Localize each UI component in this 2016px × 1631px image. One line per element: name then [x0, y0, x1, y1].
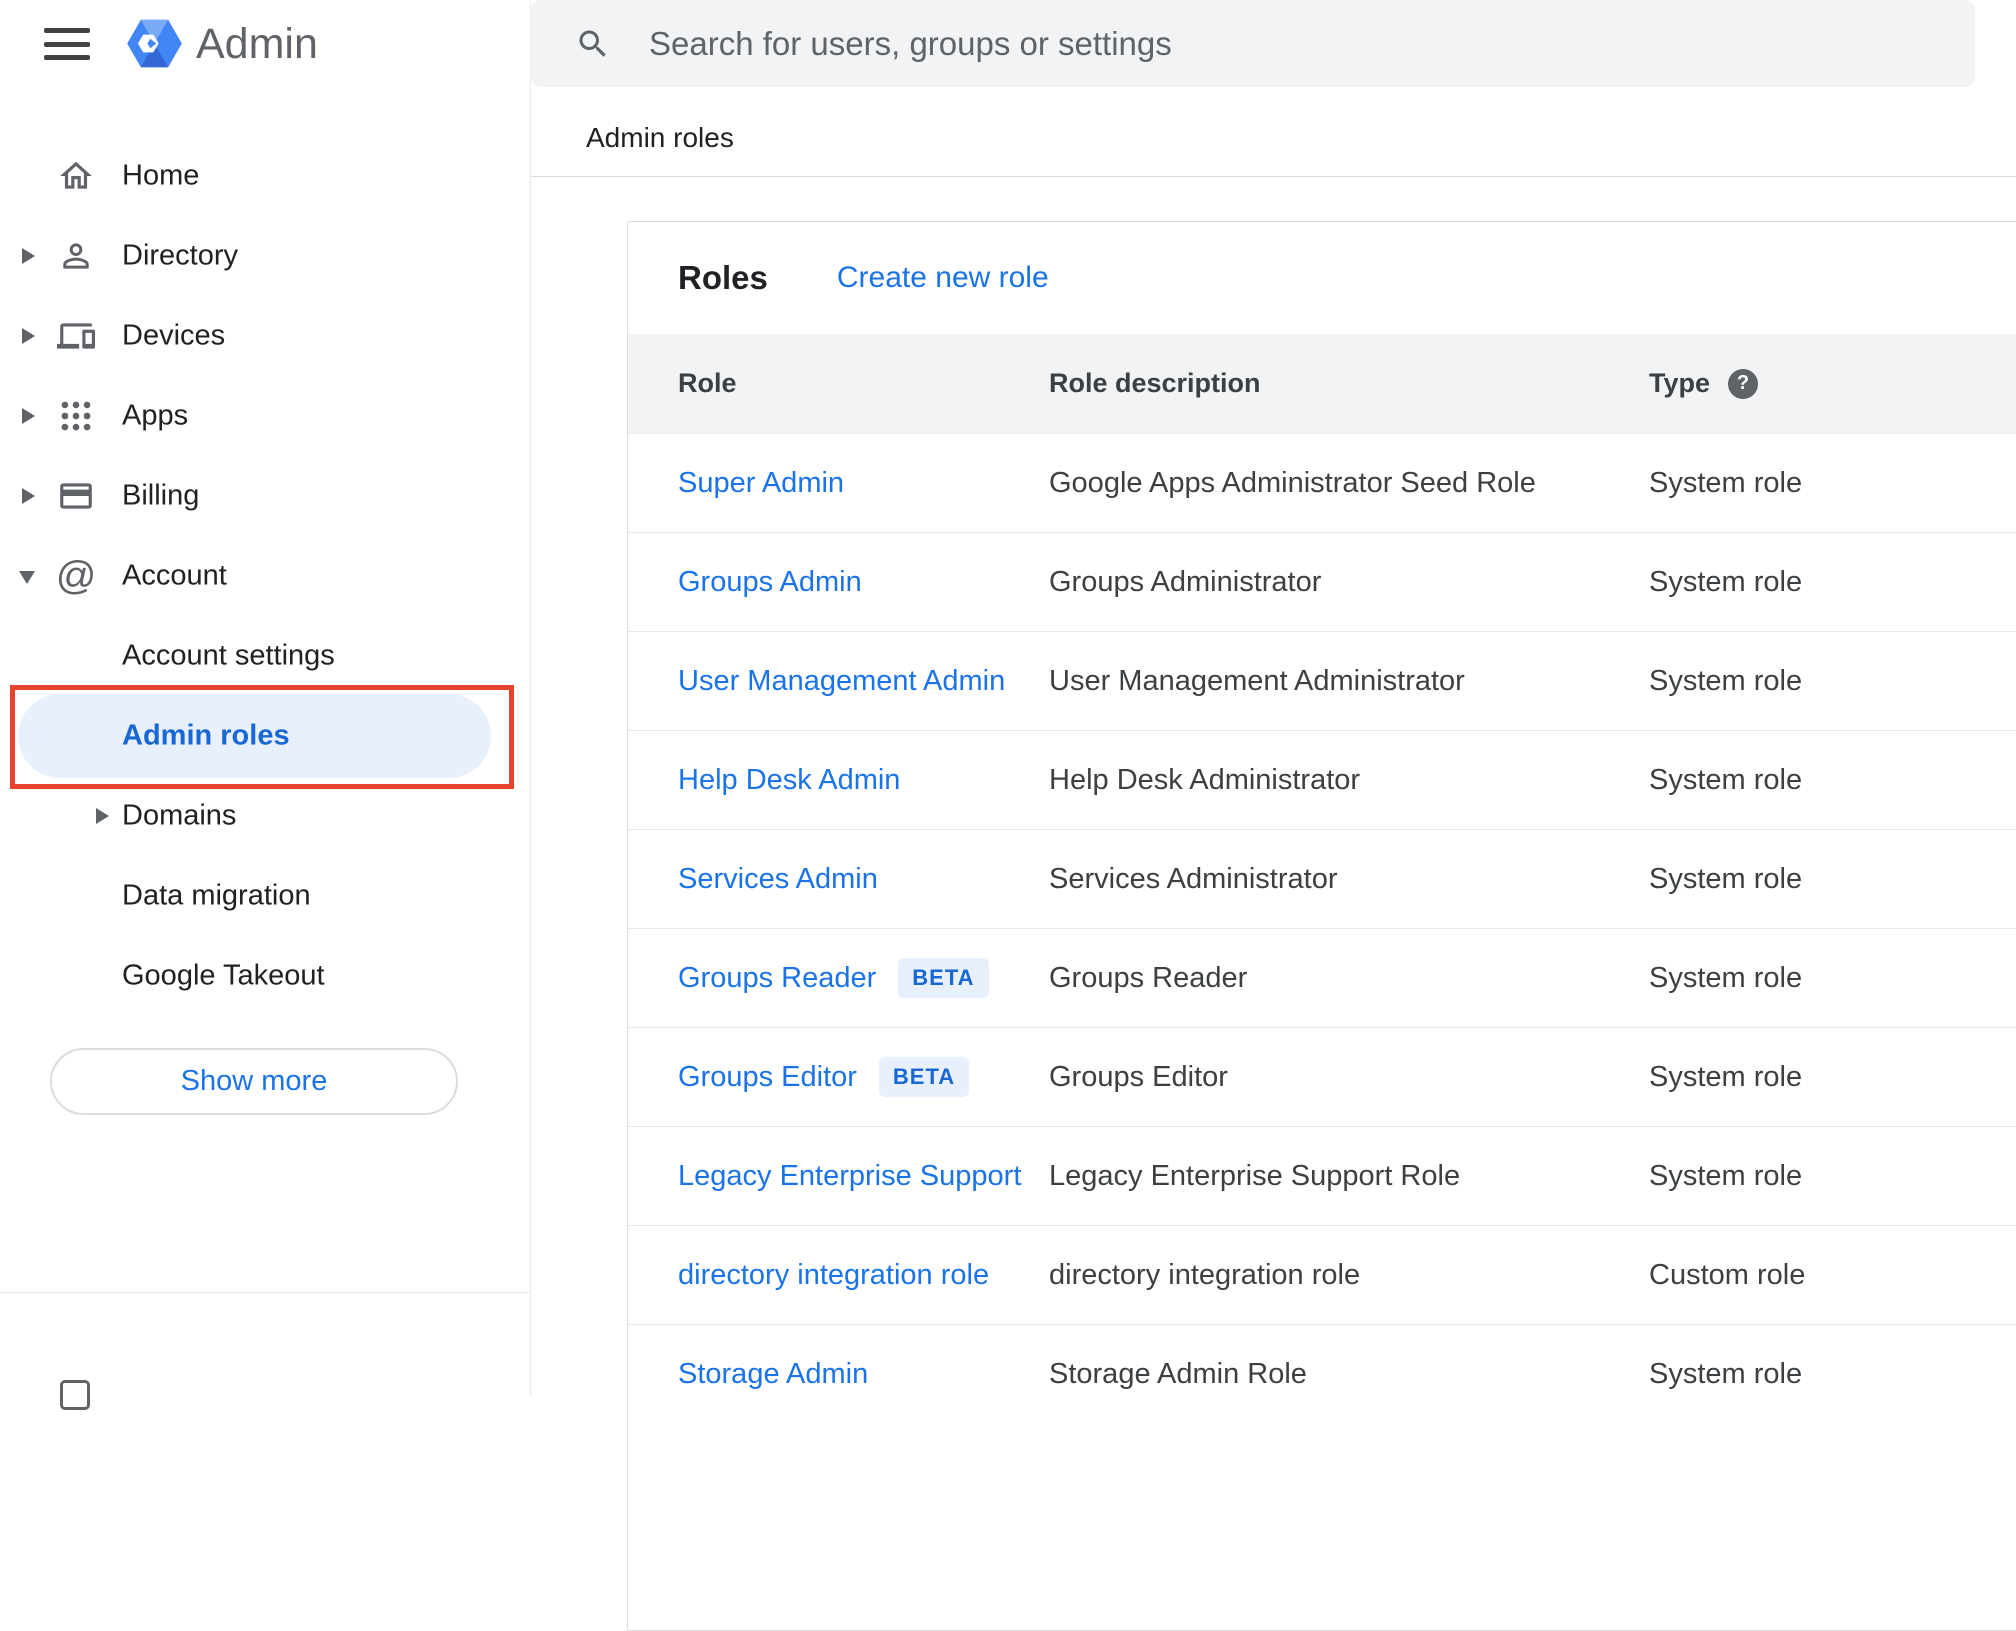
role-description: Services Administrator [1049, 862, 1338, 895]
sidebar-item-admin-roles[interactable]: Admin roles [0, 694, 531, 778]
role-type: System role [1649, 862, 1803, 895]
sidebar-item-label: Directory [122, 239, 239, 272]
sidebar-item-devices[interactable]: Devices [0, 296, 531, 376]
devices-icon [57, 317, 95, 355]
sidebar-item-billing[interactable]: Billing [0, 456, 531, 536]
sidebar-bottom-divider [0, 1292, 530, 1293]
table-row: Super Admin Google Apps Administrator Se… [628, 433, 2016, 532]
role-description: Storage Admin Role [1049, 1357, 1307, 1390]
role-link[interactable]: Groups Editor [678, 1061, 857, 1094]
at-sign-icon: @ [55, 554, 97, 598]
table-header-row: Role Role description Type ? [628, 334, 2016, 433]
role-description: User Management Administrator [1049, 664, 1465, 697]
home-icon [57, 157, 95, 195]
sidebar-item-label: Devices [122, 319, 226, 352]
chevron-right-icon [22, 328, 35, 344]
role-type: System role [1649, 763, 1803, 796]
sidebar-item-label: Google Takeout [122, 959, 325, 992]
table-row: Groups Admin Groups Administrator System… [628, 532, 2016, 631]
role-link[interactable]: Groups Admin [678, 566, 862, 599]
roles-card-header: Roles Create new role [628, 222, 2016, 334]
role-type: System role [1649, 961, 1803, 994]
role-type: Custom role [1649, 1258, 1806, 1291]
hamburger-menu-icon[interactable] [44, 24, 92, 64]
beta-badge: BETA [878, 1057, 970, 1097]
chevron-right-icon [22, 408, 35, 424]
role-type: System role [1649, 466, 1803, 499]
chevron-down-icon [19, 571, 35, 584]
column-header-type: Type ? [1649, 368, 2016, 399]
header-divider [531, 176, 2016, 177]
sidebar-nav: Home Directory Devices Apps Billing @ Ac… [0, 136, 531, 1016]
chevron-right-icon [22, 248, 35, 264]
role-type: System role [1649, 1159, 1803, 1192]
sidebar-item-label: Domains [122, 799, 237, 832]
role-description: Groups Reader [1049, 961, 1248, 994]
role-description: Groups Administrator [1049, 565, 1322, 598]
role-description: Legacy Enterprise Support Role [1049, 1159, 1461, 1192]
person-icon [57, 237, 95, 275]
sidebar-item-label: Apps [122, 399, 189, 432]
sidebar-item-account-settings[interactable]: Account settings [0, 616, 531, 696]
table-row: Groups Editor BETA Groups Editor System … [628, 1027, 2016, 1126]
role-type: System role [1649, 565, 1803, 598]
sidebar-item-label: Data migration [122, 879, 311, 912]
search-input[interactable] [647, 23, 1931, 64]
show-more-button[interactable]: Show more [50, 1048, 458, 1115]
beta-badge: BETA [898, 958, 989, 998]
google-admin-logo-icon[interactable] [126, 15, 183, 72]
search-bar[interactable] [531, 0, 1975, 87]
column-header-description: Role description [1049, 368, 1261, 398]
sidebar: Admin Home Directory Devices Apps Billin… [0, 0, 531, 1410]
roles-card: Roles Create new role Role Role descript… [627, 221, 2016, 1631]
table-row: Legacy Enterprise Support Legacy Enterpr… [628, 1126, 2016, 1225]
role-type: System role [1649, 1357, 1803, 1390]
sidebar-item-apps[interactable]: Apps [0, 376, 531, 456]
sidebar-item-label: Billing [122, 479, 200, 512]
search-icon [575, 26, 611, 62]
table-row: directory integration role directory int… [628, 1225, 2016, 1324]
roles-title: Roles [678, 259, 768, 296]
chevron-right-icon [22, 488, 35, 504]
sidebar-item-home[interactable]: Home [0, 136, 531, 216]
sidebar-item-data-migration[interactable]: Data migration [0, 856, 531, 936]
feedback-icon[interactable] [60, 1380, 90, 1410]
sidebar-item-account[interactable]: @ Account [0, 536, 531, 616]
role-type: System role [1649, 664, 1803, 697]
sidebar-item-google-takeout[interactable]: Google Takeout [0, 936, 531, 1016]
role-description: Google Apps Administrator Seed Role [1049, 466, 1536, 499]
role-type: System role [1649, 1060, 1803, 1093]
app-title: Admin [196, 20, 318, 68]
role-link[interactable]: User Management Admin [678, 665, 1005, 698]
role-description: Help Desk Administrator [1049, 763, 1361, 796]
sidebar-item-label: Account settings [122, 639, 335, 672]
table-row: Storage Admin Storage Admin Role System … [628, 1324, 2016, 1423]
sidebar-item-label: Account [122, 559, 227, 592]
table-row: Groups Reader BETA Groups Reader System … [628, 928, 2016, 1027]
sidebar-item-directory[interactable]: Directory [0, 216, 531, 296]
role-link[interactable]: Storage Admin [678, 1358, 868, 1391]
role-description: directory integration role [1049, 1258, 1361, 1291]
sidebar-item-label: Home [122, 159, 200, 192]
role-link[interactable]: Help Desk Admin [678, 764, 900, 797]
help-icon[interactable]: ? [1728, 368, 1759, 399]
role-link[interactable]: Groups Reader [678, 962, 876, 995]
role-link[interactable]: Legacy Enterprise Support [678, 1160, 1021, 1193]
chevron-right-icon [96, 808, 109, 824]
role-link[interactable]: Services Admin [678, 863, 878, 896]
role-description: Groups Editor [1049, 1060, 1228, 1093]
breadcrumb: Admin roles [586, 122, 734, 153]
sidebar-item-domains[interactable]: Domains [0, 776, 531, 856]
role-link[interactable]: directory integration role [678, 1259, 989, 1292]
create-new-role-link[interactable]: Create new role [837, 261, 1049, 295]
role-link[interactable]: Super Admin [678, 467, 844, 500]
table-row: User Management Admin User Management Ad… [628, 631, 2016, 730]
table-row: Services Admin Services Administrator Sy… [628, 829, 2016, 928]
apps-grid-icon [57, 397, 95, 435]
sidebar-item-label: Admin roles [122, 719, 290, 752]
column-header-role: Role [678, 368, 737, 398]
billing-card-icon [57, 477, 95, 515]
table-row: Help Desk Admin Help Desk Administrator … [628, 730, 2016, 829]
